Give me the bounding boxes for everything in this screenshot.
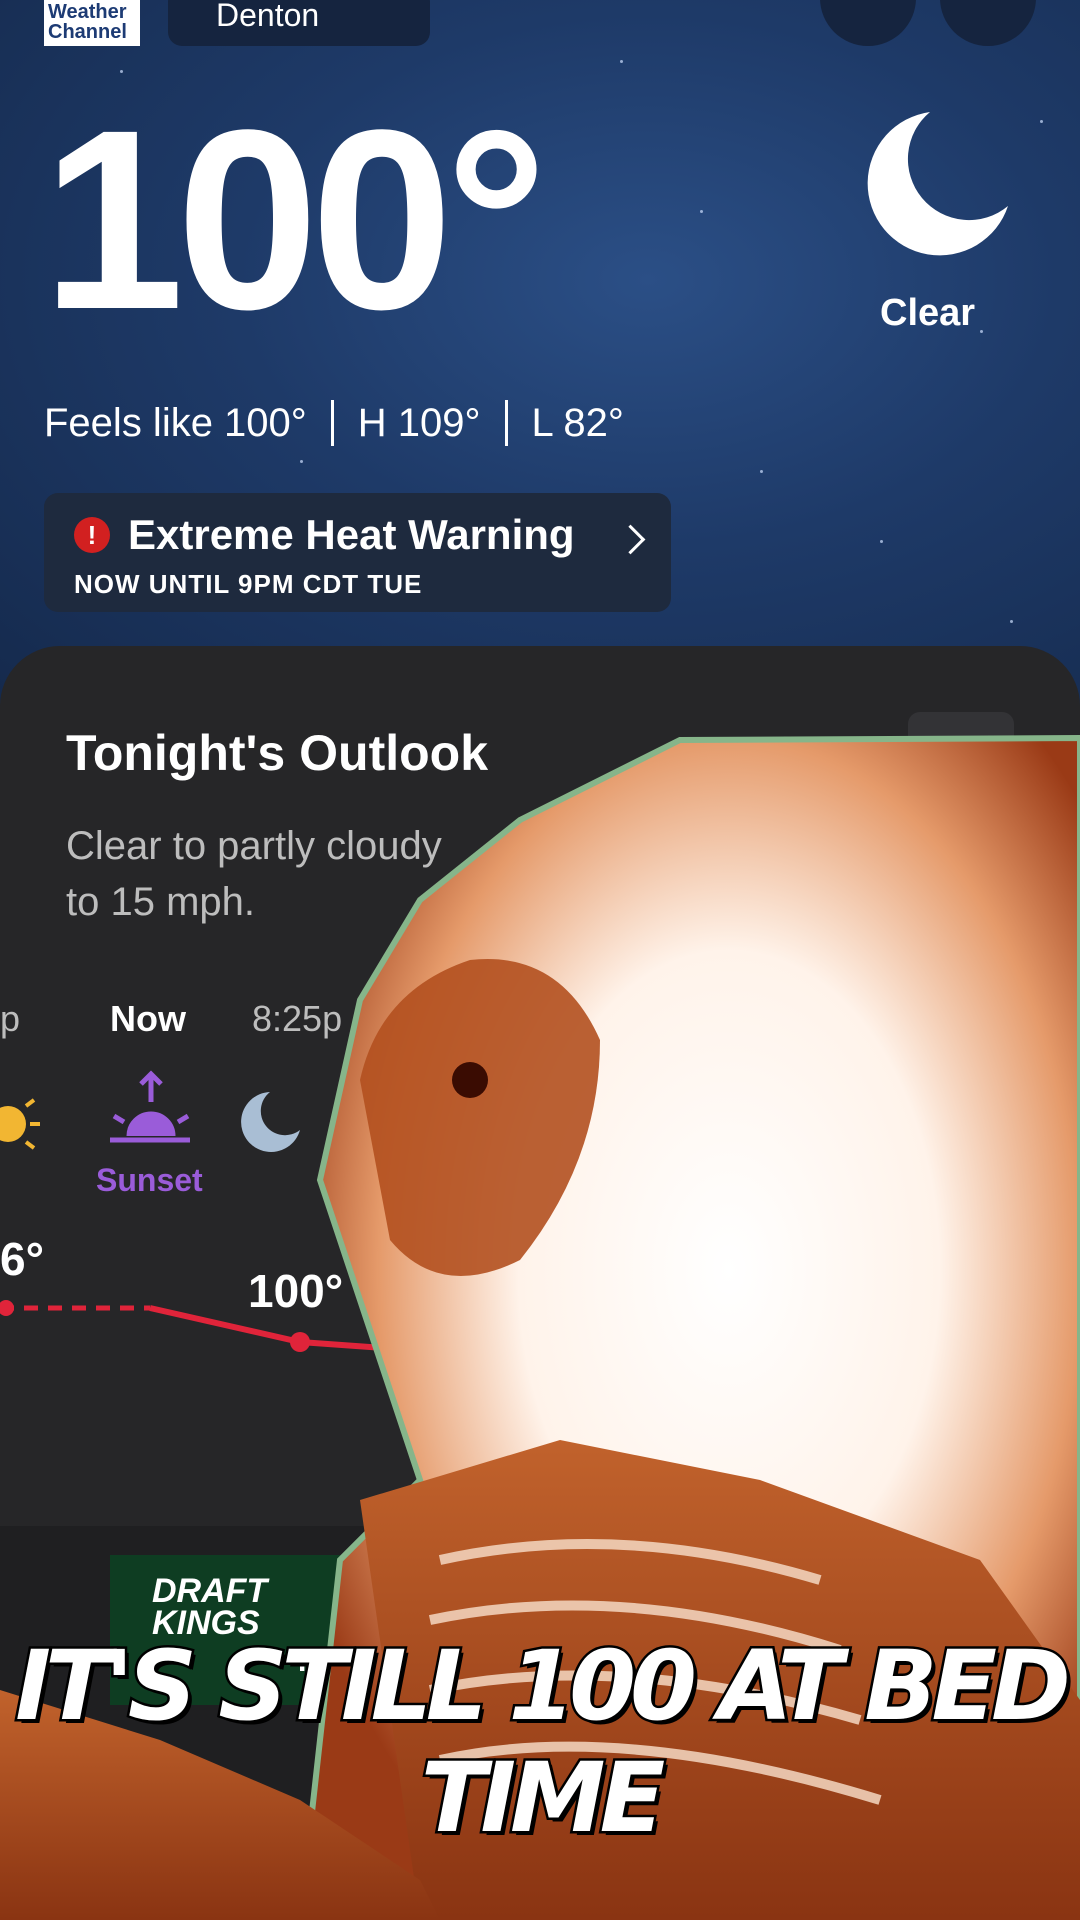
outlook-line-1: Clear to partly cloudy <box>66 824 442 868</box>
card-menu-button[interactable] <box>908 712 1014 772</box>
sunset-icon <box>110 1070 190 1143</box>
divider <box>504 400 508 446</box>
hour-label: 12a <box>880 998 941 1039</box>
outlook-title: Tonight's Outlook <box>66 725 488 781</box>
low-temp: L 82° <box>531 400 624 445</box>
heat-warning-alert[interactable]: ! Extreme Heat Warning NOW UNTIL 9PM CDT… <box>44 493 671 612</box>
hour-temp: 6° <box>0 1233 44 1285</box>
moon-icon <box>871 1092 930 1152</box>
moon-icon <box>241 1092 300 1152</box>
star <box>300 460 303 463</box>
chevron-right-icon <box>615 524 646 555</box>
divider <box>330 400 334 446</box>
location-name: Denton <box>216 0 320 33</box>
moon-icon <box>867 112 1008 256</box>
hour-label: 1a <box>1034 998 1075 1039</box>
star <box>1040 120 1043 123</box>
star <box>880 540 883 543</box>
sun-icon <box>0 1098 40 1150</box>
location-selector[interactable]: Denton <box>168 0 430 46</box>
temperature-details: Feels like 100° H 109° L 82° <box>44 400 624 446</box>
alert-title: Extreme Heat Warning <box>128 511 575 558</box>
weather-channel-logo[interactable]: Weather Channel <box>44 0 140 46</box>
star <box>760 470 763 473</box>
watermark-label: Le Fab <box>634 1270 770 1317</box>
home-indicator <box>72 1906 196 1912</box>
sunset-label: Sunset <box>96 1162 203 1198</box>
ad-line-1: DRAFT <box>152 1572 268 1610</box>
condition-label: Clear <box>880 292 976 334</box>
current-temperature: 100° <box>42 77 547 363</box>
star <box>120 70 123 73</box>
hour-label-now: Now <box>110 998 186 1039</box>
star <box>700 210 703 213</box>
hour-label: p <box>0 998 21 1039</box>
meme-caption: IT'S STILL 100 AT BED TIME <box>13 1628 1074 1857</box>
high-temp: H 109° <box>357 400 481 445</box>
outlook-description: Clear to partly cloudy to 15 mph. <box>66 818 626 930</box>
alert-subtitle: NOW UNTIL 9PM CDT TUE <box>74 569 423 599</box>
star <box>1010 620 1013 623</box>
temperature-line <box>0 1300 1080 1410</box>
moon-icon <box>1021 1092 1080 1152</box>
feels-like: Feels like 100° <box>44 400 307 445</box>
star <box>620 60 623 63</box>
logo-line-2: Channel <box>48 21 127 43</box>
star <box>980 330 983 333</box>
hour-label: 8:25p <box>252 998 343 1039</box>
exclamation-icon: ! <box>74 517 110 553</box>
outlook-line-2: to 15 mph. <box>66 880 256 924</box>
logo-line-1: Weather <box>48 1 127 23</box>
